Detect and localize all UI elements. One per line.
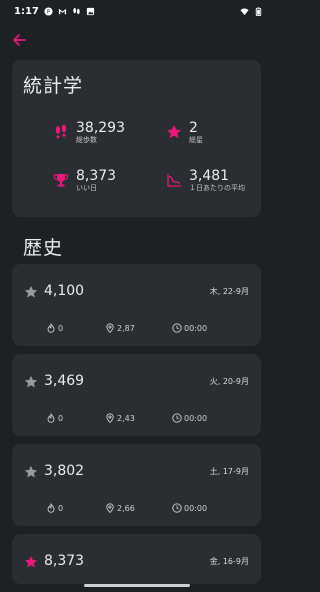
- entry-date: 火, 20-9月: [209, 377, 249, 386]
- arrow-left-icon: [13, 34, 26, 46]
- footprints-icon: [52, 123, 70, 141]
- entry-calories: 0: [46, 323, 63, 333]
- star-icon: [165, 123, 183, 141]
- app-bar: [0, 22, 273, 58]
- entry-steps: 3,469: [44, 373, 85, 389]
- home-indicator[interactable]: [84, 584, 190, 587]
- entry-duration: 00:00: [172, 323, 207, 333]
- daily-average-label: １日あたりの平均: [189, 184, 245, 192]
- location-pin-icon: [106, 323, 114, 333]
- location-pin-icon: [106, 503, 114, 513]
- p-circle-icon: P: [44, 6, 53, 15]
- entry-date: 木, 22-9月: [209, 287, 249, 296]
- flame-icon: [47, 503, 55, 513]
- history-entry[interactable]: 3,469 火, 20-9月 0 2,43 00:00: [12, 354, 261, 436]
- chart-icon: [165, 171, 183, 189]
- status-time: 1:17: [14, 5, 39, 17]
- entry-steps: 8,373: [44, 553, 85, 569]
- entry-distance-value: 2,43: [117, 413, 135, 423]
- total-steps-label: 総歩数: [76, 136, 97, 144]
- history-title: 歴史: [23, 237, 64, 259]
- footprints-icon: [73, 7, 80, 14]
- entry-distance: 2,87: [105, 323, 135, 333]
- star-icon: [24, 555, 38, 568]
- star-icon: [24, 465, 38, 478]
- stat-daily-average: 3,481 １日あたりの平均: [165, 168, 245, 193]
- entry-date: 金, 16-9月: [209, 557, 249, 566]
- total-stars-label: 総星: [189, 136, 203, 144]
- star-icon: [24, 375, 38, 388]
- stats-card: 統計学 38,293 総歩数 2 総星 8,373 いい日 3,481 １日あた…: [12, 60, 261, 217]
- entry-duration-value: 00:00: [184, 323, 208, 333]
- gmail-icon: [58, 8, 66, 14]
- entry-date: 土, 17-9月: [209, 467, 249, 476]
- clock-icon: [172, 323, 182, 333]
- star-icon: [24, 285, 38, 298]
- entry-calories-value: 0: [58, 413, 64, 423]
- status-bar: 1:17 P: [0, 0, 273, 22]
- entry-duration-value: 00:00: [184, 503, 208, 513]
- history-entry[interactable]: 8,373 金, 16-9月: [12, 534, 261, 584]
- trophy-icon: [52, 171, 70, 189]
- clock-icon: [172, 503, 182, 513]
- clock-icon: [172, 413, 182, 423]
- entry-distance-value: 2,87: [117, 323, 135, 333]
- history-entry[interactable]: 3,802 土, 17-9月 0 2,66 00:00: [12, 444, 261, 526]
- entry-calories-value: 0: [58, 323, 64, 333]
- entry-distance: 2,43: [105, 413, 135, 423]
- entry-duration: 00:00: [172, 503, 207, 513]
- image-icon: [86, 7, 94, 15]
- battery-icon: [255, 6, 262, 16]
- stat-total-stars: 2 総星: [165, 120, 203, 145]
- entry-duration-value: 00:00: [184, 413, 208, 423]
- stat-good-days: 8,373 いい日: [52, 168, 116, 193]
- entry-distance-value: 2,66: [117, 503, 135, 513]
- back-button[interactable]: [8, 29, 30, 51]
- entry-calories: 0: [46, 503, 63, 513]
- total-steps-value: 38,293: [76, 120, 125, 136]
- total-stars-value: 2: [189, 120, 198, 136]
- entry-calories: 0: [46, 413, 63, 423]
- entry-calories-value: 0: [58, 503, 64, 513]
- good-days-label: いい日: [76, 184, 97, 192]
- stat-total-steps: 38,293 総歩数: [52, 120, 125, 145]
- entry-distance: 2,66: [105, 503, 135, 513]
- wifi-icon: [240, 7, 249, 15]
- flame-icon: [47, 413, 55, 423]
- flame-icon: [47, 323, 55, 333]
- daily-average-value: 3,481: [189, 168, 230, 184]
- entry-steps: 4,100: [44, 283, 85, 299]
- history-entry[interactable]: 4,100 木, 22-9月 0 2,87 00:00: [12, 264, 261, 346]
- stats-title: 統計学: [23, 75, 84, 97]
- location-pin-icon: [106, 413, 114, 423]
- entry-steps: 3,802: [44, 463, 85, 479]
- good-days-value: 8,373: [76, 168, 117, 184]
- entry-duration: 00:00: [172, 413, 207, 423]
